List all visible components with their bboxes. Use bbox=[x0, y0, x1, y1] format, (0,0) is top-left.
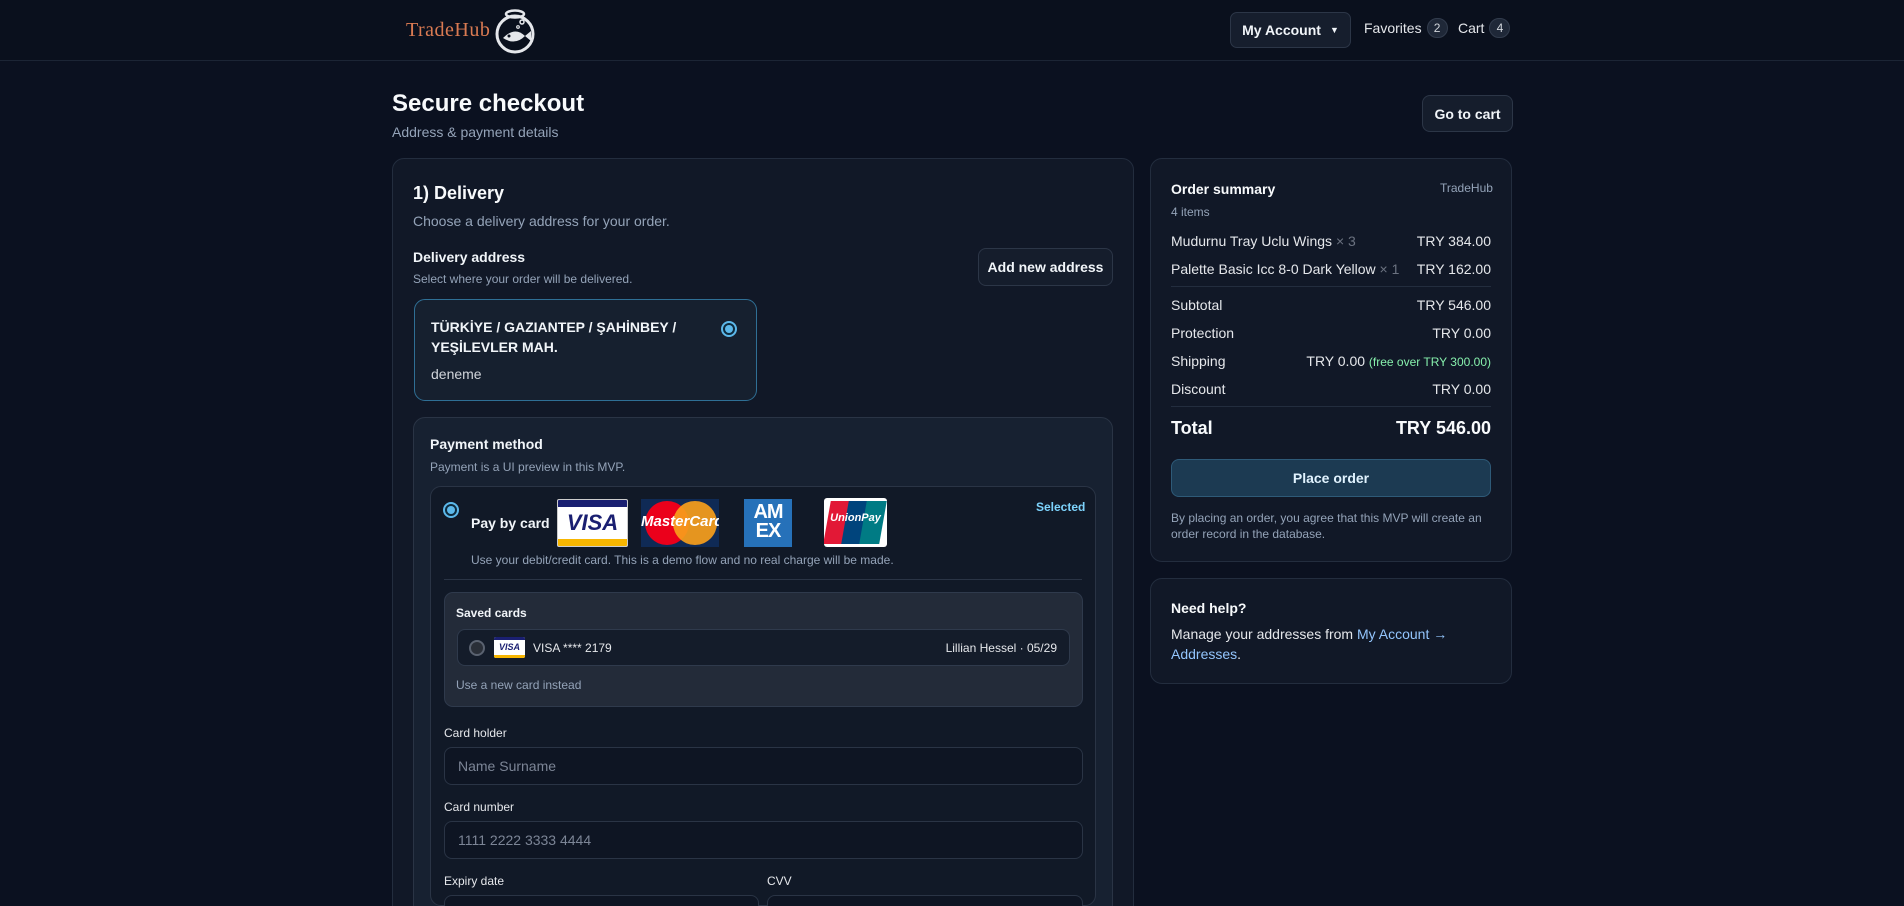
protection-value: TRY 0.00 bbox=[1432, 325, 1491, 341]
address-radio[interactable] bbox=[721, 321, 737, 337]
summary-item-name: Mudurnu Tray Uclu Wings bbox=[1171, 233, 1333, 249]
card-number-input[interactable]: 1111 2222 3333 4444 bbox=[444, 821, 1083, 859]
summary-item-qty: × 1 bbox=[1379, 261, 1400, 277]
total-value: TRY 546.00 bbox=[1395, 418, 1491, 438]
protection-row: Protection TRY 0.00 bbox=[1171, 325, 1491, 341]
delivery-address-label: Delivery address bbox=[413, 249, 526, 265]
total-row: Total TRY 546.00 bbox=[1171, 418, 1491, 439]
shipping-label: Shipping bbox=[1171, 353, 1226, 369]
payment-note: Payment is a UI preview in this MVP. bbox=[430, 460, 626, 474]
discount-row: Discount TRY 0.00 bbox=[1171, 381, 1491, 397]
my-account-button[interactable]: My Account ▼ bbox=[1230, 12, 1351, 48]
pay-by-card-radio[interactable] bbox=[443, 502, 459, 518]
delivery-address-help: Select where your order will be delivere… bbox=[413, 272, 633, 286]
summary-item-price: TRY 162.00 bbox=[1416, 261, 1491, 277]
summary-divider bbox=[1171, 406, 1491, 407]
summary-item-qty: × 3 bbox=[1335, 233, 1356, 249]
order-summary-heading: Order summary bbox=[1171, 181, 1276, 197]
page-title: Secure checkout bbox=[392, 90, 585, 117]
summary-divider bbox=[1171, 286, 1491, 287]
summary-item-price: TRY 384.00 bbox=[1416, 233, 1491, 249]
summary-item-name: Palette Basic Icc 8-0 Dark Yellow bbox=[1171, 261, 1376, 277]
cart-count-badge: 4 bbox=[1489, 18, 1511, 38]
shipping-note: (free over TRY 300.00) bbox=[1368, 355, 1491, 369]
saved-card-radio[interactable] bbox=[469, 640, 485, 656]
pay-by-card-label: Pay by card bbox=[471, 515, 550, 531]
expiry-input[interactable] bbox=[444, 895, 759, 906]
order-disclaimer: By placing an order, you agree that this… bbox=[1171, 511, 1482, 541]
subtotal-value: TRY 546.00 bbox=[1416, 297, 1491, 313]
delivery-description: Choose a delivery address for your order… bbox=[413, 213, 670, 229]
help-heading: Need help? bbox=[1171, 600, 1247, 616]
place-order-button[interactable]: Place order bbox=[1171, 459, 1491, 497]
go-to-cart-button[interactable]: Go to cart bbox=[1422, 95, 1513, 132]
cvv-input[interactable] bbox=[767, 895, 1083, 906]
order-summary-count: 4 items bbox=[1171, 205, 1210, 219]
discount-value: TRY 0.00 bbox=[1432, 381, 1491, 397]
saved-card-label: VISA **** 2179 bbox=[533, 641, 612, 655]
unionpay-logo: UnionPay bbox=[824, 498, 887, 547]
discount-label: Discount bbox=[1171, 381, 1226, 397]
mastercard-logo: MasterCard bbox=[641, 499, 719, 547]
favorites-link[interactable]: Favorites 2 bbox=[1364, 18, 1448, 38]
favorites-count-badge: 2 bbox=[1426, 18, 1448, 38]
shipping-row: Shipping TRY 0.00 (free over TRY 300.00) bbox=[1171, 353, 1491, 369]
payment-heading: Payment method bbox=[430, 436, 543, 452]
divider bbox=[444, 579, 1082, 580]
caret-down-icon: ▼ bbox=[1329, 25, 1339, 35]
summary-item-row: Palette Basic Icc 8-0 Dark Yellow × 1 TR… bbox=[1171, 261, 1491, 277]
pay-by-card-description: Use your debit/credit card. This is a de… bbox=[471, 553, 894, 567]
selected-badge: Selected bbox=[1036, 500, 1086, 514]
favorites-label: Favorites bbox=[1364, 20, 1422, 36]
order-summary-brand: TradeHub bbox=[1440, 181, 1493, 195]
address-lines: TÜRKİYE / GAZIANTEP / ŞAHİNBEY / YEŞİLEV… bbox=[431, 317, 701, 357]
saved-card-row[interactable]: VISA VISA **** 2179 Lillian Hessel · 05/… bbox=[457, 629, 1070, 666]
card-number-label: Card number bbox=[444, 800, 515, 814]
saved-cards-heading: Saved cards bbox=[456, 606, 527, 620]
subtotal-row: Subtotal TRY 546.00 bbox=[1171, 297, 1491, 313]
saved-card-owner: Lillian Hessel · 05/29 bbox=[945, 641, 1057, 655]
help-text: Manage your addresses from My Account → … bbox=[1171, 626, 1448, 662]
address-line-1: TÜRKİYE / GAZIANTEP / ŞAHİNBEY / bbox=[431, 319, 677, 335]
cart-link[interactable]: Cart 4 bbox=[1458, 18, 1511, 38]
shipping-value: TRY 0.00 bbox=[1306, 353, 1366, 369]
total-label: Total bbox=[1171, 418, 1213, 438]
subtotal-label: Subtotal bbox=[1171, 297, 1223, 313]
visa-logo: VISA bbox=[557, 499, 628, 547]
card-holder-input[interactable]: Name Surname bbox=[444, 747, 1083, 785]
fishbowl-icon bbox=[495, 9, 535, 54]
top-bar: TradeHub My Account ▼ Favorites 2 Cart 4 bbox=[0, 0, 1904, 61]
cvv-label: CVV bbox=[767, 874, 792, 888]
address-note: deneme bbox=[431, 366, 482, 382]
summary-item-row: Mudurnu Tray Uclu Wings × 3 TRY 384.00 bbox=[1171, 233, 1491, 249]
expiry-label: Expiry date bbox=[444, 874, 505, 888]
protection-label: Protection bbox=[1171, 325, 1235, 341]
amex-logo: AM EX bbox=[744, 499, 792, 547]
cart-label: Cart bbox=[1458, 20, 1485, 36]
logo[interactable]: TradeHub bbox=[406, 6, 538, 54]
use-new-card-link[interactable]: Use a new card instead bbox=[456, 678, 581, 692]
address-card-selected[interactable]: TÜRKİYE / GAZIANTEP / ŞAHİNBEY / YEŞİLEV… bbox=[414, 299, 757, 401]
visa-mini-icon: VISA bbox=[494, 637, 525, 658]
logo-text: TradeHub bbox=[406, 18, 491, 41]
card-holder-label: Card holder bbox=[444, 726, 507, 740]
delivery-heading: 1) Delivery bbox=[413, 183, 505, 203]
my-account-label: My Account bbox=[1242, 22, 1321, 38]
page-subtitle: Address & payment details bbox=[392, 124, 559, 140]
address-line-2: YEŞİLEVLER MAH. bbox=[431, 339, 558, 355]
add-new-address-button[interactable]: Add new address bbox=[978, 248, 1113, 286]
